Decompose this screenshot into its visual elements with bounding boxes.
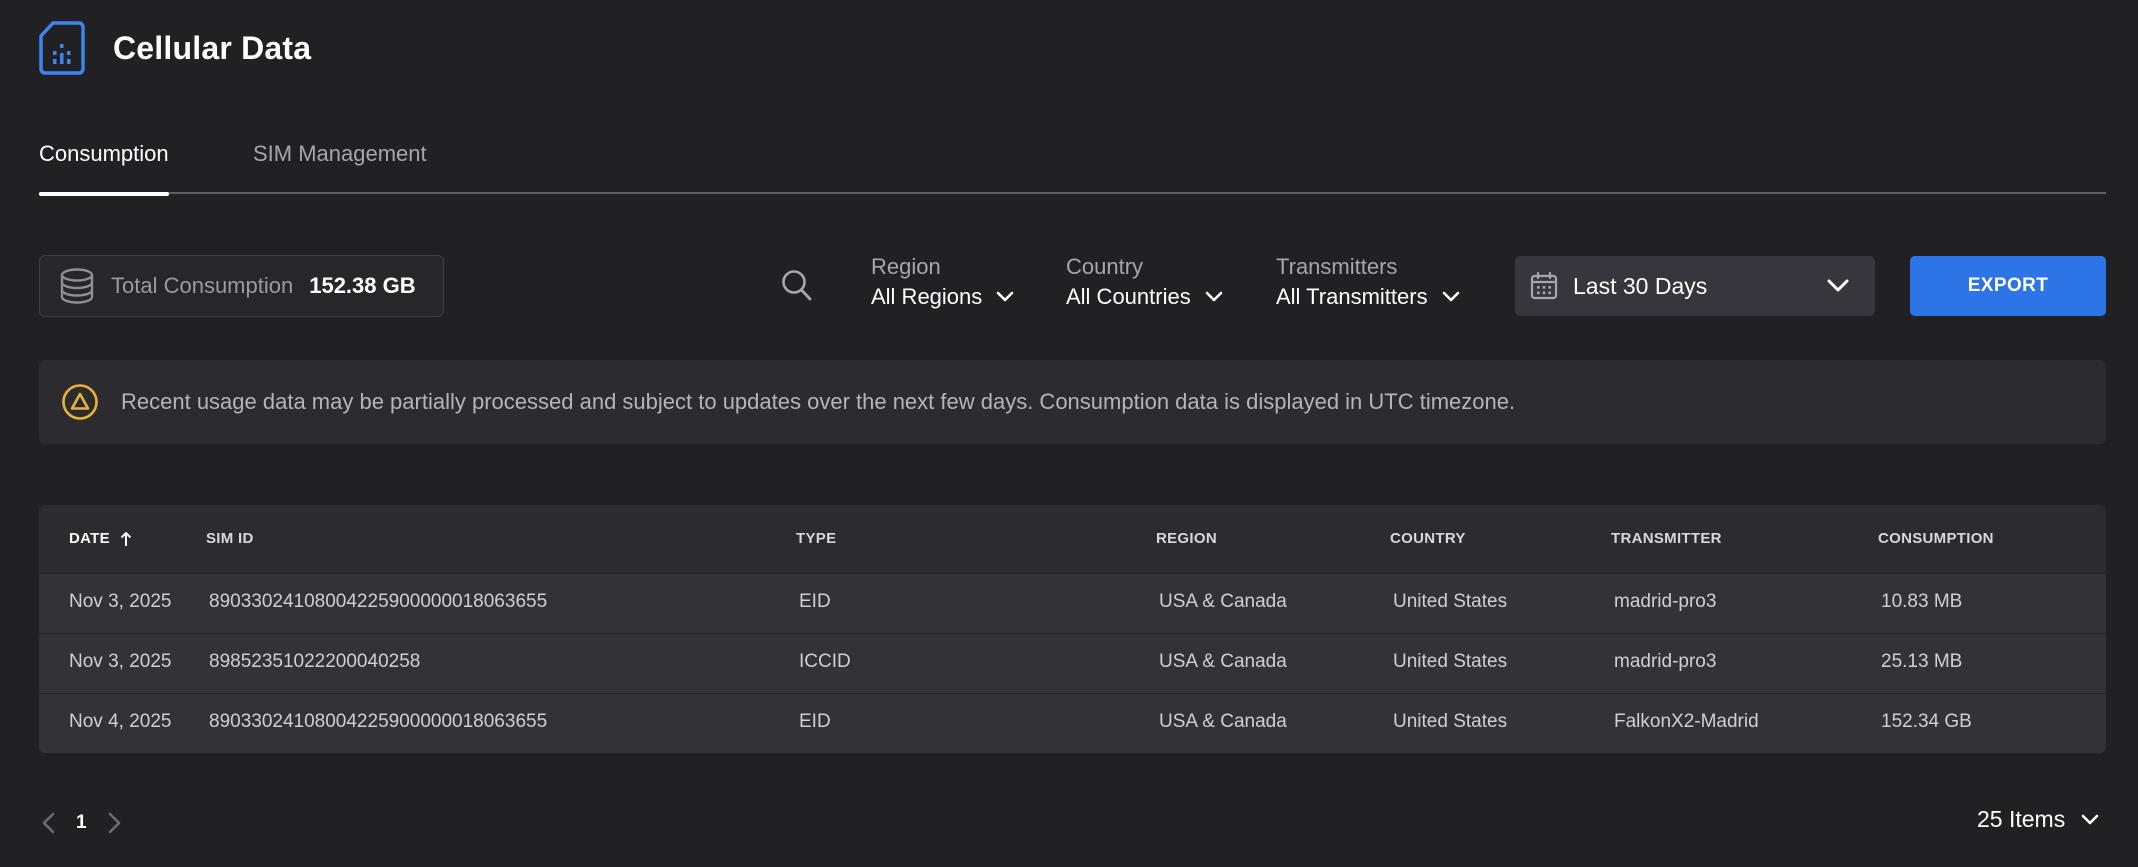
cell-date: Nov 4, 2025 — [69, 711, 172, 732]
cell-region: USA & Canada — [1159, 651, 1287, 672]
region-filter-label: Region — [871, 254, 941, 279]
column-header-country[interactable]: COUNTRY — [1390, 530, 1466, 547]
column-header-transmitter[interactable]: TRANSMITTER — [1611, 530, 1722, 547]
chevron-down-icon — [2081, 814, 2099, 824]
page-header: Cellular Data — [39, 20, 311, 76]
column-header-region[interactable]: REGION — [1156, 530, 1217, 547]
cell-type: ICCID — [799, 651, 851, 672]
region-filter[interactable]: Region All Regions — [871, 252, 1014, 312]
table-row[interactable]: Nov 4, 2025 8903302410800422590000001806… — [39, 693, 2106, 753]
total-consumption-label: Total Consumption — [111, 273, 294, 298]
cell-country: United States — [1393, 711, 1508, 732]
country-filter-value[interactable]: All Countries — [1066, 282, 1223, 312]
items-per-page-value: 25 Items — [1977, 806, 2066, 832]
calendar-icon — [1530, 271, 1558, 300]
consumption-table: DATE SIM ID TYPE REGION COUNTRY TRANSMIT… — [39, 505, 2106, 753]
database-icon — [60, 268, 94, 304]
info-banner: Recent usage data may be partially proce… — [39, 360, 2106, 444]
cell-date: Nov 3, 2025 — [69, 651, 172, 672]
cell-transmitter: madrid-pro3 — [1614, 591, 1717, 612]
region-filter-value-text: All Regions — [871, 284, 983, 309]
column-header-date-label: DATE — [69, 530, 110, 547]
page-title: Cellular Data — [113, 29, 312, 66]
export-button[interactable]: EXPORT — [1910, 256, 2106, 316]
warning-icon — [62, 384, 98, 420]
transmitters-filter-value[interactable]: All Transmitters — [1276, 282, 1460, 312]
column-header-consumption[interactable]: CONSUMPTION — [1878, 530, 1994, 547]
cell-country: United States — [1393, 651, 1508, 672]
column-header-date[interactable]: DATE — [69, 530, 132, 547]
cell-sim-id: 89852351022200040258 — [209, 651, 421, 672]
cell-consumption: 10.83 MB — [1881, 591, 1963, 612]
cell-sim-id: 89033024108004225900000018063655 — [209, 711, 548, 732]
cell-transmitter: FalkonX2-Madrid — [1614, 711, 1759, 732]
country-filter-value-text: All Countries — [1066, 284, 1191, 309]
items-per-page-select[interactable]: 25 Items — [1977, 806, 2099, 833]
tab-bar: Consumption SIM Management — [39, 138, 2106, 196]
transmitters-filter-value-text: All Transmitters — [1276, 284, 1428, 309]
column-header-type[interactable]: TYPE — [796, 530, 836, 547]
info-banner-text: Recent usage data may be partially proce… — [121, 389, 1516, 414]
transmitters-filter-label: Transmitters — [1276, 254, 1398, 279]
search-icon[interactable] — [780, 268, 814, 304]
column-header-sim-id[interactable]: SIM ID — [206, 530, 254, 547]
cell-consumption: 152.34 GB — [1881, 711, 1972, 732]
tab-sim-management[interactable]: SIM Management — [253, 138, 427, 194]
cell-date: Nov 3, 2025 — [69, 591, 172, 612]
transmitters-filter[interactable]: Transmitters All Transmitters — [1276, 252, 1460, 312]
cell-region: USA & Canada — [1159, 711, 1287, 732]
sim-card-icon — [39, 21, 85, 75]
cell-transmitter: madrid-pro3 — [1614, 651, 1717, 672]
country-filter-label: Country — [1066, 254, 1144, 279]
chevron-down-icon — [996, 291, 1014, 302]
date-range-value: Last 30 Days — [1573, 272, 1708, 299]
cell-sim-id: 89033024108004225900000018063655 — [209, 591, 548, 612]
date-range-select[interactable]: Last 30 Days — [1515, 256, 1875, 316]
chevron-down-icon — [1442, 291, 1459, 302]
tab-consumption[interactable]: Consumption — [39, 138, 169, 196]
region-filter-value[interactable]: All Regions — [871, 282, 1014, 312]
total-consumption-value: 152.38 GB — [309, 273, 416, 298]
cell-type: EID — [799, 711, 831, 732]
cell-consumption: 25.13 MB — [1881, 651, 1963, 672]
chevron-left-icon[interactable] — [40, 811, 58, 835]
pagination: 1 — [40, 810, 123, 836]
table-header: DATE SIM ID TYPE REGION COUNTRY TRANSMIT… — [39, 505, 2106, 573]
table-row[interactable]: Nov 3, 2025 8903302410800422590000001806… — [39, 573, 2106, 633]
country-filter[interactable]: Country All Countries — [1066, 252, 1223, 312]
chevron-down-icon — [1827, 279, 1849, 292]
cell-type: EID — [799, 591, 831, 612]
cell-country: United States — [1393, 591, 1508, 612]
chevron-down-icon — [1205, 291, 1223, 302]
chevron-right-icon[interactable] — [105, 811, 123, 835]
arrow-up-icon — [120, 531, 132, 546]
cellular-data-page: Cellular Data Consumption SIM Management… — [0, 0, 2138, 867]
total-consumption-card: Total Consumption 152.38 GB — [39, 255, 444, 317]
page-number[interactable]: 1 — [76, 812, 87, 834]
table-row[interactable]: Nov 3, 2025 89852351022200040258 ICCID U… — [39, 633, 2106, 693]
cell-region: USA & Canada — [1159, 591, 1287, 612]
